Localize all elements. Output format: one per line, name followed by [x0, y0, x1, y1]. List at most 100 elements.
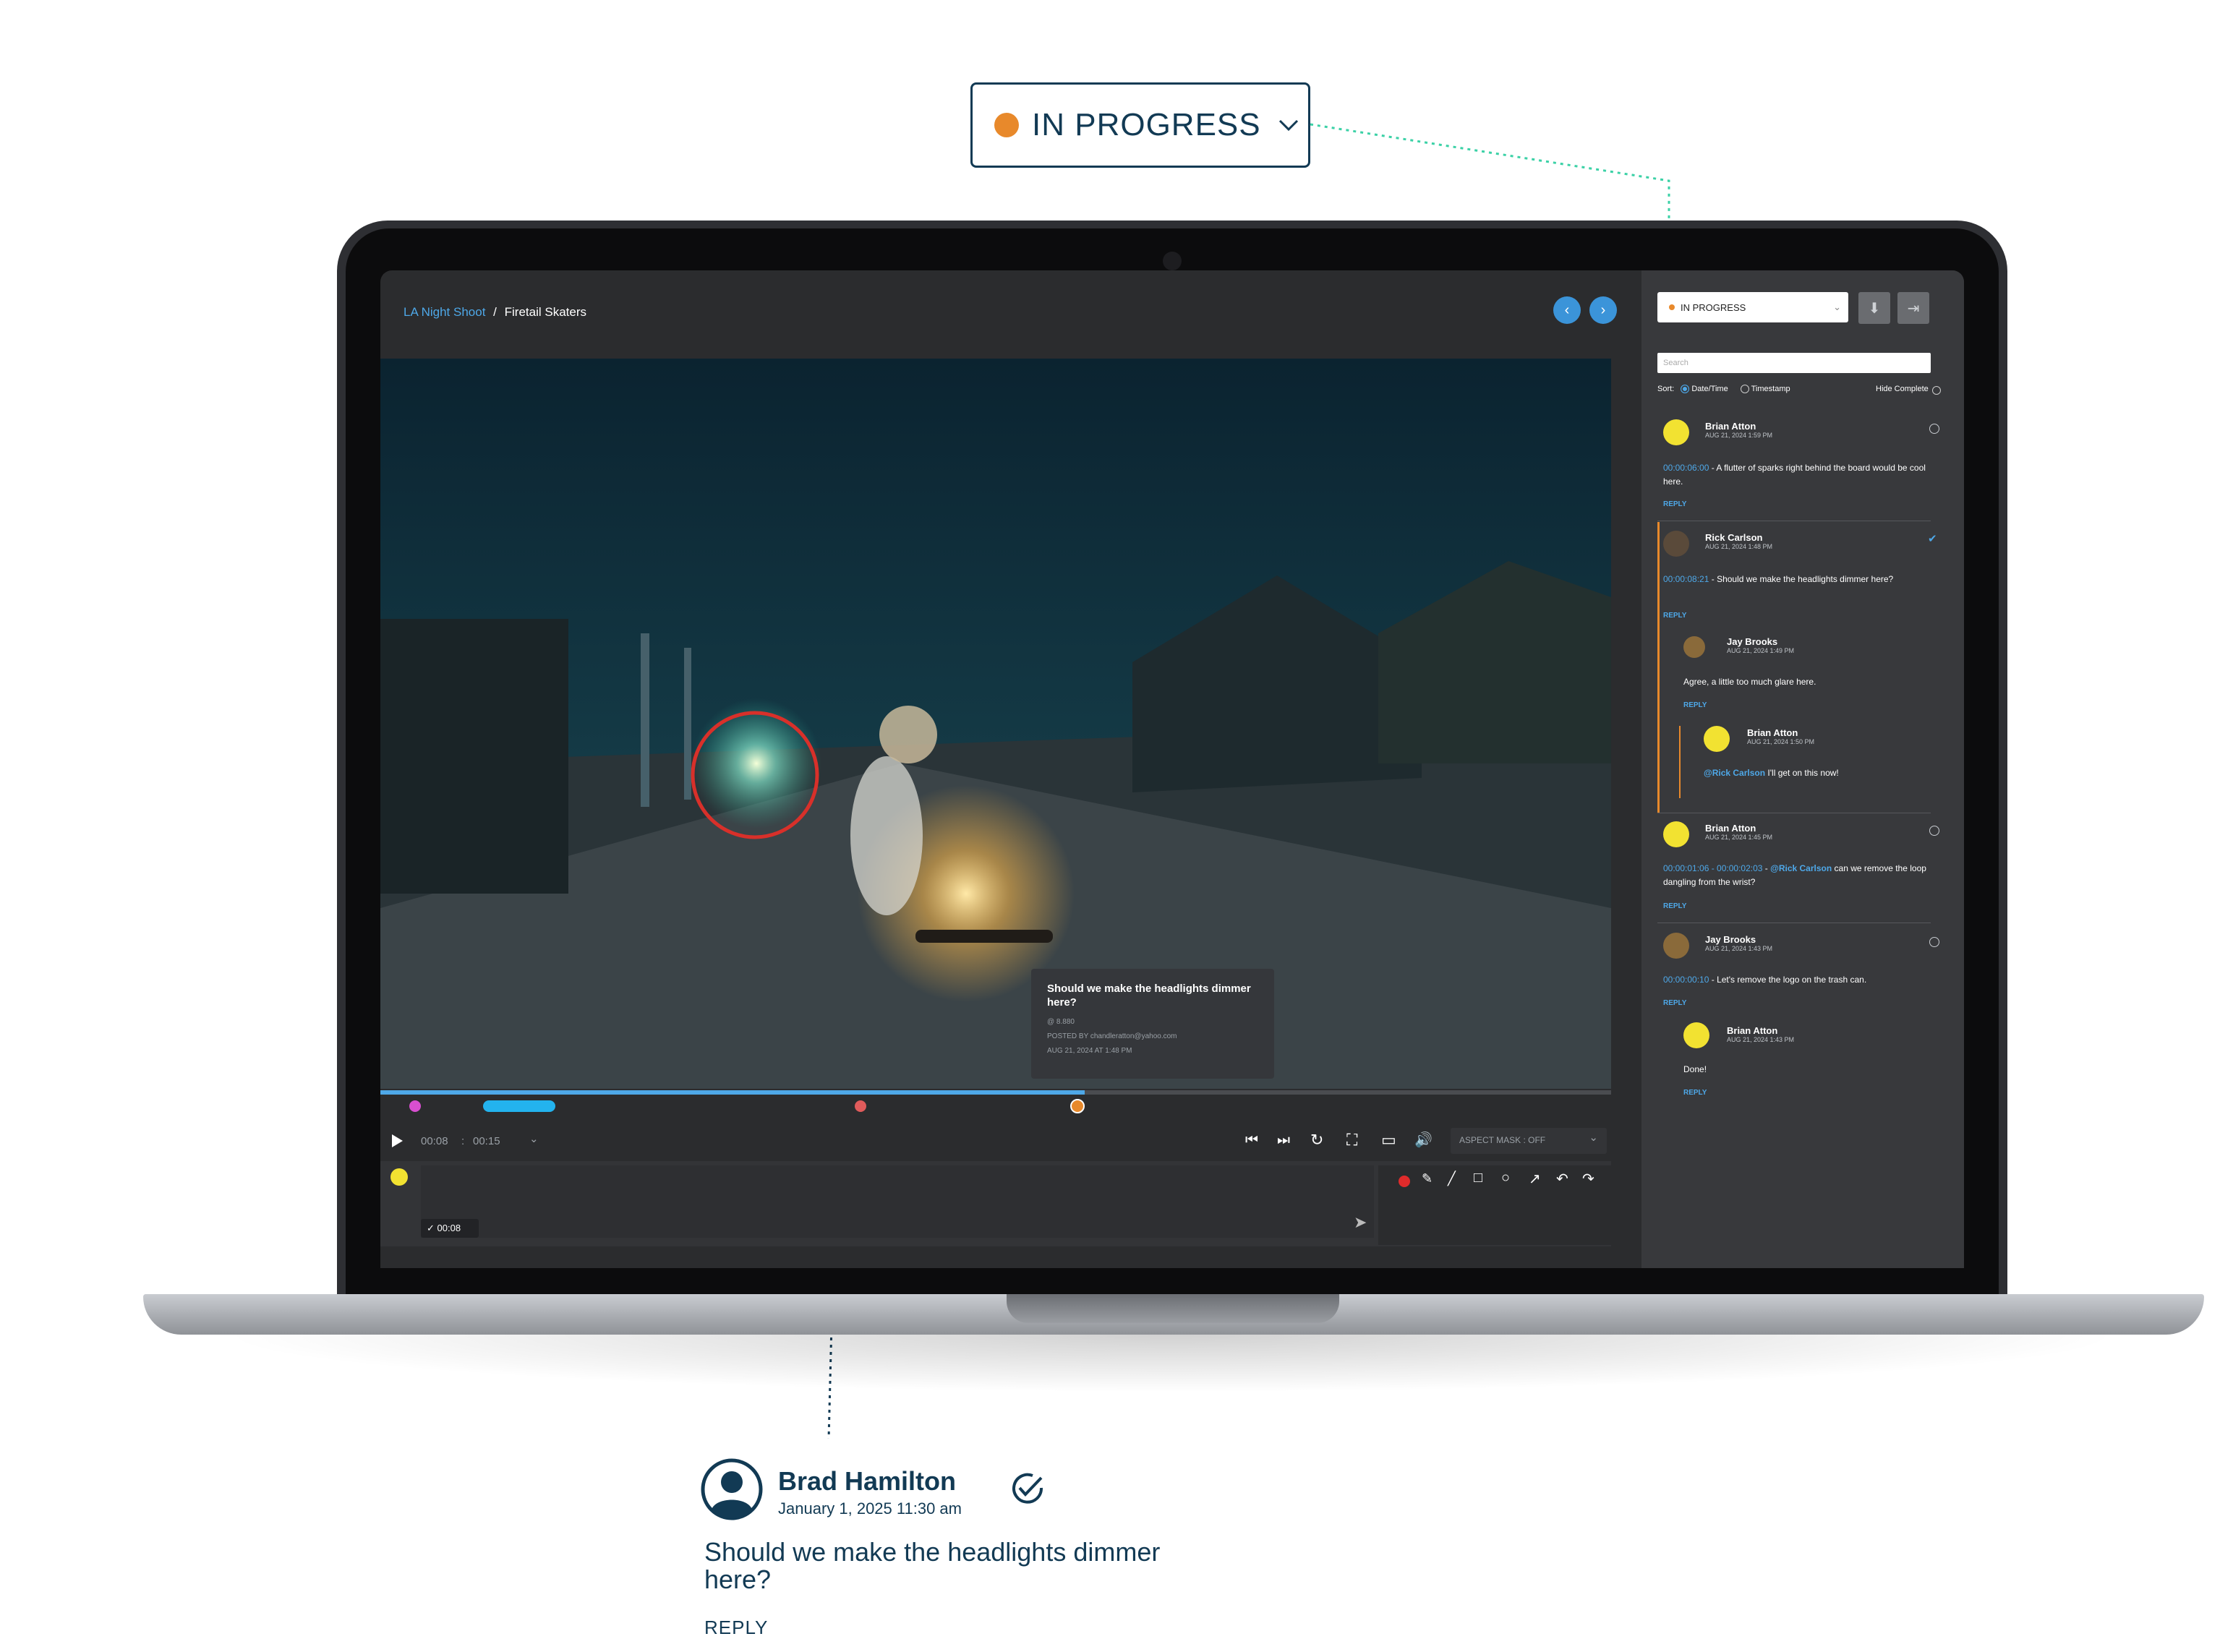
timeline-range-marker[interactable] — [483, 1100, 555, 1112]
next-button[interactable]: › — [1589, 296, 1617, 324]
hide-complete-label: Hide Complete — [1876, 385, 1929, 393]
breadcrumb-separator: / — [493, 305, 497, 319]
comment-date: AUG 21, 2024 1:59 PM — [1705, 432, 1773, 439]
resolve-toggle[interactable] — [1929, 424, 1939, 434]
circle-icon[interactable]: ○ — [1501, 1170, 1510, 1186]
rectangle-icon[interactable]: □ — [1474, 1170, 1482, 1186]
chevron-down-icon: ⌄ — [1589, 1131, 1598, 1144]
comment-date: AUG 21, 2024 1:50 PM — [1747, 738, 1815, 745]
laptop-shadow — [217, 1335, 2126, 1392]
comment-author: Rick Carlson — [1705, 532, 1763, 543]
send-icon[interactable]: ➤ — [1354, 1213, 1367, 1232]
prev-button[interactable]: ‹ — [1553, 296, 1581, 324]
reply-link[interactable]: REPLY — [1663, 612, 1686, 620]
user-icon — [701, 1458, 763, 1520]
comment-text: Agree, a little too much glare here. — [1683, 677, 1816, 687]
comment-body: 00:00:01:06 - 00:00:02:03 - @Rick Carlso… — [1663, 862, 1931, 889]
reply-link[interactable]: REPLY — [1683, 701, 1707, 709]
hide-complete-toggle[interactable] — [1932, 386, 1941, 395]
collapse-icon: ⇥ — [1907, 300, 1920, 317]
aspect-mask-label: ASPECT MASK : OFF — [1459, 1135, 1546, 1145]
comment-text: - Let's remove the logo on the trash can… — [1709, 975, 1867, 985]
undo-icon[interactable]: ↶ — [1556, 1170, 1568, 1188]
sort-datetime-radio[interactable] — [1681, 385, 1690, 394]
comment-date: AUG 21, 2024 1:49 PM — [1727, 647, 1795, 654]
callout-reply-link[interactable]: REPLY — [704, 1617, 768, 1639]
sort-datetime-label: Date/Time — [1691, 385, 1728, 393]
line-icon[interactable]: ╱ — [1448, 1171, 1456, 1186]
airplay-icon[interactable]: ▭ — [1381, 1131, 1396, 1150]
breadcrumb-item: Firetail Skaters — [504, 305, 586, 319]
comment-text: Done! — [1683, 1064, 1707, 1074]
timeline-marker[interactable] — [409, 1100, 421, 1112]
resolve-toggle[interactable] — [1929, 937, 1939, 947]
status-select[interactable]: IN PROGRESS ⌄ — [1657, 292, 1848, 322]
timeline-marker-selected[interactable] — [1070, 1099, 1085, 1113]
avatar — [1663, 531, 1689, 557]
comment-author: Brian Atton — [1727, 1025, 1778, 1036]
callout-author-date: January 1, 2025 11:30 am — [778, 1499, 962, 1518]
sort-row: Sort: Date/Time Timestamp Hide Complete — [1657, 385, 1947, 395]
redo-icon[interactable]: ↷ — [1582, 1170, 1594, 1188]
reply-link[interactable]: REPLY — [1663, 500, 1686, 508]
download-icon: ⬇ — [1868, 300, 1881, 317]
app-screen: LA Night Shoot / Firetail Skaters ‹ › Sh… — [380, 270, 1964, 1268]
comment-body: 00:00:00:10 - Let's remove the logo on t… — [1663, 973, 1931, 987]
user-avatar — [390, 1168, 408, 1186]
pen-icon[interactable]: ✎ — [1422, 1171, 1433, 1186]
timestamp-chip[interactable]: ✓ 00:08 — [421, 1219, 479, 1238]
sort-timestamp-radio[interactable] — [1740, 385, 1749, 394]
reply-link[interactable]: REPLY — [1683, 1089, 1707, 1097]
video-frame[interactable] — [380, 359, 1611, 1089]
avatar — [1683, 636, 1705, 658]
color-picker-icon[interactable] — [1399, 1176, 1410, 1187]
search-input[interactable]: Search — [1657, 353, 1931, 373]
avatar — [1663, 419, 1689, 445]
comment-header: Jay Brooks AUG 21, 2024 1:43 PM — [1705, 934, 1772, 952]
comment-author: Jay Brooks — [1705, 934, 1756, 945]
status-select-label: IN PROGRESS — [1681, 301, 1746, 313]
chevron-right-icon: › — [1600, 301, 1606, 318]
chevron-down-icon[interactable]: ⌄ — [529, 1132, 539, 1145]
volume-icon[interactable]: 🔊 — [1414, 1131, 1433, 1149]
loop-icon[interactable]: ↻ — [1310, 1131, 1323, 1150]
chevron-down-icon: ⌄ — [1833, 301, 1841, 312]
comment-text: - Should we make the headlights dimmer h… — [1709, 574, 1894, 584]
timeline-marker[interactable] — [855, 1100, 866, 1112]
comment-timestamp[interactable]: 00:00:06:00 — [1663, 463, 1709, 473]
comment-date: AUG 21, 2024 1:45 PM — [1705, 834, 1773, 841]
step-back-icon[interactable]: ⏮ — [1245, 1132, 1258, 1149]
comment-text: - — [1762, 863, 1771, 873]
play-icon[interactable] — [390, 1134, 404, 1148]
timeline-markers — [380, 1095, 1611, 1124]
player-controls: 00:08 : 00:15 ⌄ ⏮ ⏭ ↻ ⛶ ▭ 🔊 ASPECT MASK … — [380, 1124, 1611, 1160]
breadcrumb-project[interactable]: LA Night Shoot — [404, 305, 485, 319]
comment-input[interactable] — [421, 1165, 1374, 1238]
reply-link[interactable]: REPLY — [1663, 999, 1686, 1007]
comment-timestamp[interactable]: 00:00:01:06 - 00:00:02:03 — [1663, 863, 1762, 873]
sort-label: Sort: — [1657, 385, 1675, 393]
fullscreen-icon[interactable]: ⛶ — [1346, 1131, 1357, 1150]
comment-body: 00:00:08:21 - Should we make the headlig… — [1663, 573, 1931, 586]
camera — [1163, 252, 1182, 270]
reply-link[interactable]: REPLY — [1663, 902, 1686, 910]
collapse-sidebar-button[interactable]: ⇥ — [1897, 292, 1929, 324]
comment-header: Jay Brooks AUG 21, 2024 1:49 PM — [1727, 636, 1794, 654]
comment-timestamp[interactable]: 00:00:08:21 — [1663, 574, 1709, 584]
step-forward-icon[interactable]: ⏭ — [1277, 1132, 1290, 1149]
circle-check-icon[interactable]: ✔ — [1928, 532, 1937, 545]
mention[interactable]: @Rick Carlson — [1770, 863, 1832, 873]
callout-author-name: Brad Hamilton — [778, 1466, 957, 1496]
comment-date: AUG 21, 2024 1:43 PM — [1727, 1036, 1795, 1043]
mention[interactable]: @Rick Carlson — [1704, 768, 1765, 778]
resolve-toggle[interactable] — [1929, 826, 1939, 836]
comment-timestamp[interactable]: 00:00:00:10 — [1663, 975, 1709, 985]
circle-check-icon[interactable] — [1009, 1471, 1046, 1507]
comment-header: Brian Atton AUG 21, 2024 1:43 PM — [1727, 1025, 1794, 1043]
download-button[interactable]: ⬇ — [1858, 292, 1890, 324]
arrow-icon[interactable]: ↗ — [1529, 1170, 1541, 1188]
timestamp-chip-label: 00:08 — [437, 1223, 461, 1233]
comment-composer: ✓ 00:08 ➤ ✎ ╱ □ ○ ↗ ↶ ↷ — [380, 1161, 1611, 1246]
aspect-mask-select[interactable]: ASPECT MASK : OFF ⌄ — [1451, 1128, 1607, 1154]
comment-text: I'll get on this now! — [1765, 768, 1839, 778]
